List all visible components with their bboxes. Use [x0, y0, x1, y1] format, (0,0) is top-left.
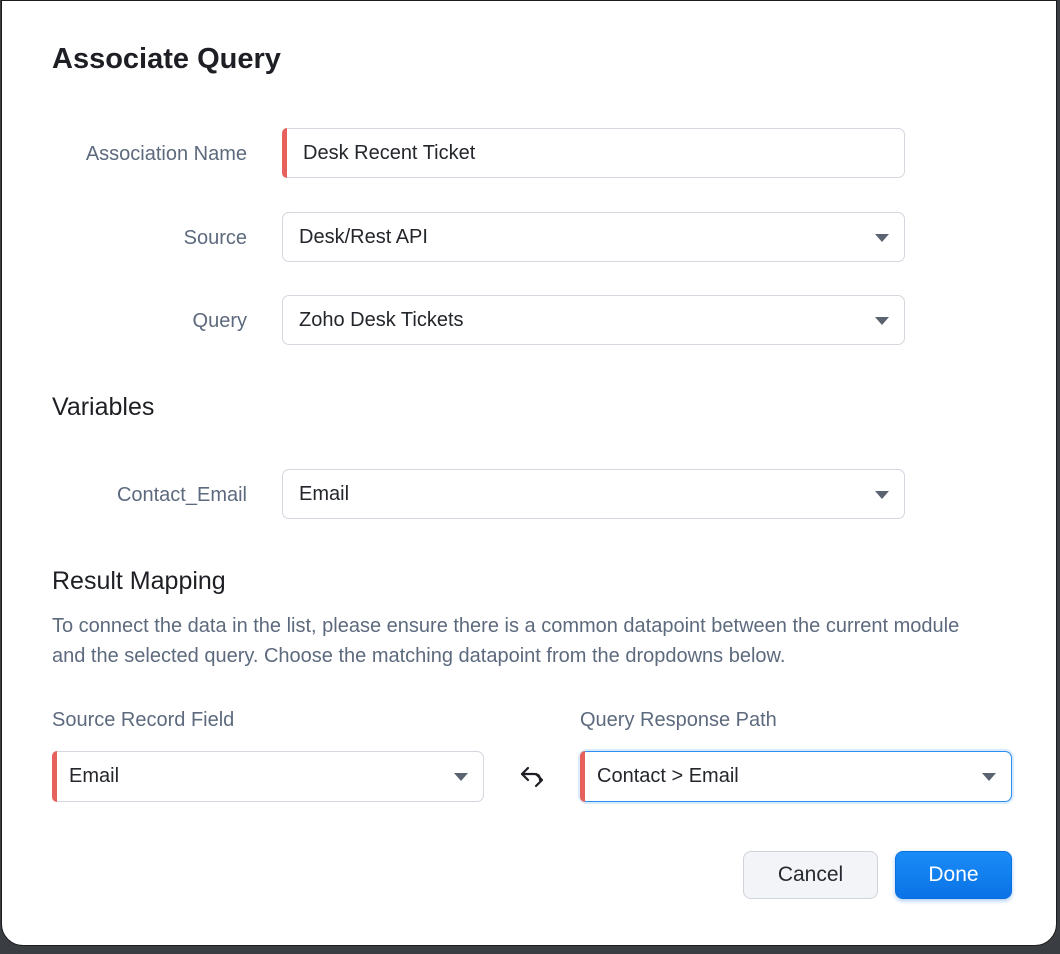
source-record-field-label: Source Record Field: [52, 709, 235, 731]
contact-email-select[interactable]: Email: [282, 469, 905, 519]
query-response-path-select[interactable]: Contact > Email: [580, 751, 1012, 802]
associate-query-dialog: Associate Query Association Name Desk Re…: [1, 0, 1057, 946]
chevron-down-icon: [875, 317, 889, 325]
association-name-value: Desk Recent Ticket: [303, 142, 476, 164]
source-label: Source: [183, 227, 247, 249]
contact-email-label: Contact_Email: [116, 484, 247, 506]
contact-email-value: Email: [299, 483, 350, 505]
result-mapping-description: To connect the data in the list, please …: [52, 615, 960, 667]
chevron-down-icon: [982, 773, 996, 781]
query-response-path-value: Contact > Email: [597, 765, 739, 787]
result-mapping-title: Result Mapping: [52, 567, 226, 595]
query-label: Query: [192, 310, 247, 332]
association-name-input[interactable]: Desk Recent Ticket: [282, 128, 905, 178]
chevron-down-icon: [875, 491, 889, 499]
query-value: Zoho Desk Tickets: [299, 309, 464, 331]
source-value: Desk/Rest API: [299, 226, 428, 248]
done-button[interactable]: Done: [895, 851, 1012, 899]
chevron-down-icon: [454, 773, 468, 781]
dialog-title: Associate Query: [52, 43, 281, 75]
cancel-button[interactable]: Cancel: [743, 851, 878, 899]
source-record-field-value: Email: [69, 765, 120, 787]
association-name-label: Association Name: [85, 143, 247, 165]
source-record-field-select[interactable]: Email: [52, 751, 484, 802]
chevron-down-icon: [875, 234, 889, 242]
variables-title: Variables: [52, 393, 155, 421]
query-select[interactable]: Zoho Desk Tickets: [282, 295, 905, 345]
query-response-path-label: Query Response Path: [580, 709, 777, 731]
source-select[interactable]: Desk/Rest API: [282, 212, 905, 262]
swap-arrows-icon: [520, 766, 544, 788]
